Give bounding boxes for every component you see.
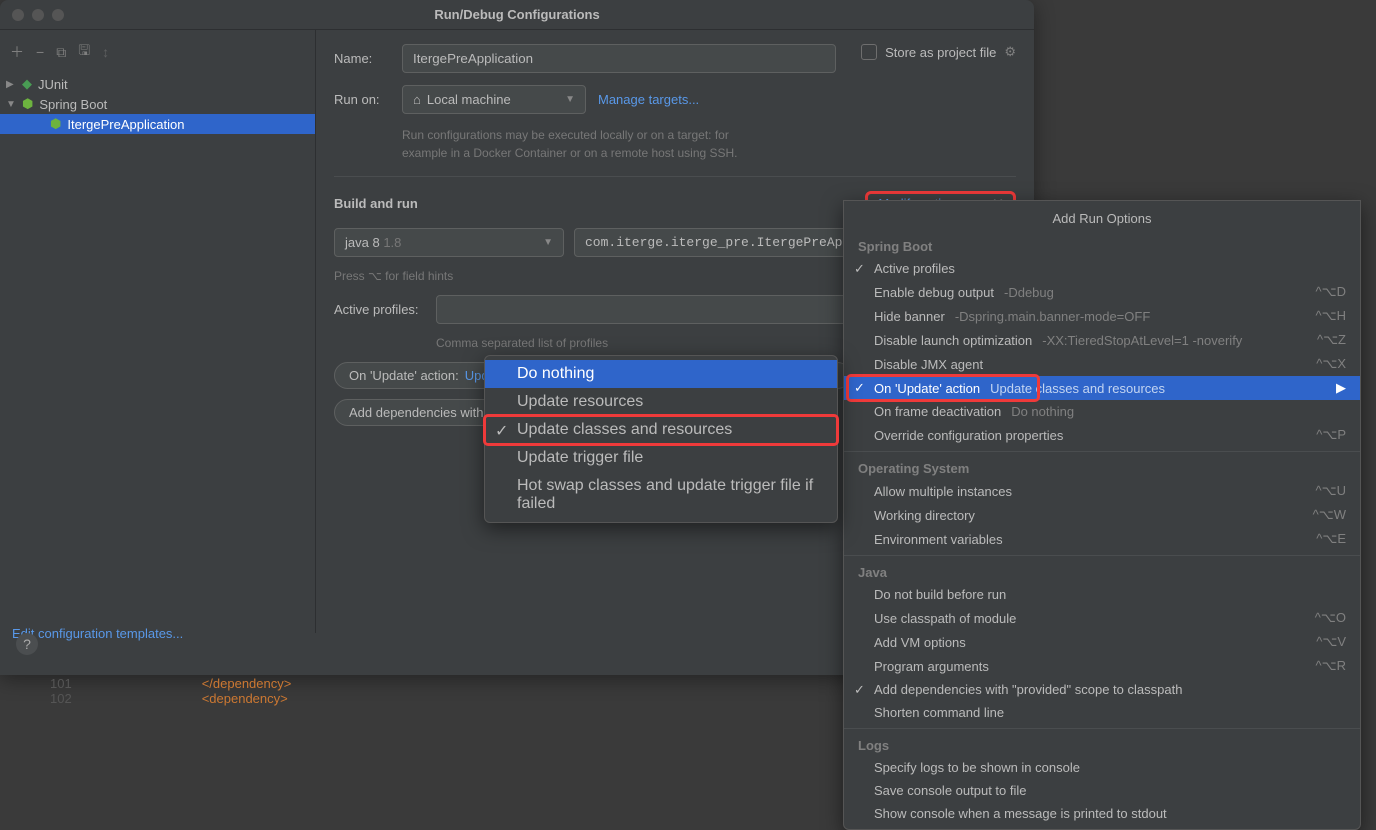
name-label: Name:: [334, 51, 390, 66]
copy-icon[interactable]: ⧉: [56, 44, 66, 61]
run-on-value: Local machine: [427, 92, 511, 107]
store-checkbox[interactable]: [861, 44, 877, 60]
jdk-select[interactable]: java 8 1.8 ▼: [334, 228, 564, 257]
remove-icon[interactable]: −: [36, 44, 44, 60]
chevron-down-icon: ▼: [6, 99, 18, 110]
chevron-right-icon: ▶: [1336, 380, 1346, 396]
maximize-icon[interactable]: [52, 9, 64, 21]
check-icon: ✓: [854, 682, 865, 698]
opt-add-deps[interactable]: ✓Add dependencies with "provided" scope …: [844, 678, 1360, 701]
cat-java: Java: [844, 560, 1360, 583]
window-controls: [0, 9, 64, 21]
submenu-hotswap[interactable]: Hot swap classes and update trigger file…: [485, 472, 837, 518]
opt-env-vars[interactable]: Environment variables^⌥E: [844, 527, 1360, 551]
tree-label: ItergePreApplication: [67, 117, 184, 132]
opt-use-classpath[interactable]: Use classpath of module^⌥O: [844, 606, 1360, 630]
home-icon: ⌂: [413, 92, 421, 107]
opt-work-dir[interactable]: Working directory^⌥W: [844, 503, 1360, 527]
store-label: Store as project file: [885, 45, 996, 60]
chevron-down-icon: ▼: [543, 237, 553, 248]
opt-save-console[interactable]: Save console output to file: [844, 779, 1360, 802]
minimize-icon[interactable]: [32, 9, 44, 21]
add-deps-chip[interactable]: Add dependencies with: [334, 399, 498, 426]
opt-disable-jmx[interactable]: Disable JMX agent^⌥X: [844, 352, 1360, 376]
add-icon[interactable]: ＋: [10, 42, 24, 62]
edit-templates-link[interactable]: Edit configuration templates...: [12, 626, 183, 641]
cat-spring-boot: Spring Boot: [844, 234, 1360, 257]
run-on-label: Run on:: [334, 92, 390, 107]
add-run-options-panel: Add Run Options Spring Boot ✓Active prof…: [843, 200, 1361, 830]
close-icon[interactable]: [12, 9, 24, 21]
opt-add-vm[interactable]: Add VM options^⌥V: [844, 630, 1360, 654]
cat-os: Operating System: [844, 456, 1360, 479]
manage-targets-link[interactable]: Manage targets...: [598, 92, 699, 107]
chevron-right-icon: ▶: [6, 79, 18, 90]
opt-on-frame[interactable]: On frame deactivationDo nothing: [844, 400, 1360, 423]
opt-prog-args[interactable]: Program arguments^⌥R: [844, 654, 1360, 678]
store-option: Store as project file ⚙: [861, 44, 1016, 60]
spring-icon: ⬢: [50, 116, 61, 132]
opt-show-console[interactable]: Show console when a message is printed t…: [844, 802, 1360, 825]
spring-icon: ⬢: [22, 96, 33, 112]
gear-icon[interactable]: ⚙: [1004, 44, 1016, 60]
name-input[interactable]: [402, 44, 836, 73]
editor-background: 101</dependency> 102<dependency>: [50, 676, 291, 706]
check-icon: ✓: [854, 380, 865, 396]
run-on-hint: Run configurations may be executed local…: [402, 126, 742, 162]
opt-on-update[interactable]: ✓On 'Update' actionUpdate classes and re…: [844, 376, 1360, 400]
junit-icon: ◆: [22, 76, 32, 92]
options-title: Add Run Options: [844, 201, 1360, 234]
tree-label: Spring Boot: [39, 97, 107, 112]
opt-override-props[interactable]: Override configuration properties^⌥P: [844, 423, 1360, 447]
submenu-do-nothing[interactable]: Do nothing: [485, 360, 837, 388]
opt-active-profiles[interactable]: ✓Active profiles: [844, 257, 1360, 280]
sidebar: ＋ − ⧉ 🖫 ↕ ▶ ◆ JUnit ▼ ⬢ Spring Boot: [0, 30, 316, 633]
update-action-submenu: Do nothing Update resources ✓ Update cla…: [484, 355, 838, 523]
build-run-title: Build and run: [334, 196, 418, 211]
submenu-update-resources[interactable]: Update resources: [485, 388, 837, 416]
opt-shorten[interactable]: Shorten command line: [844, 701, 1360, 724]
submenu-update-classes[interactable]: ✓ Update classes and resources: [485, 416, 837, 444]
submenu-update-trigger[interactable]: Update trigger file: [485, 444, 837, 472]
tree-app-item[interactable]: ⬢ ItergePreApplication: [0, 114, 315, 134]
check-icon: ✓: [495, 421, 508, 441]
check-icon: ✓: [854, 261, 865, 277]
tree-junit[interactable]: ▶ ◆ JUnit: [0, 74, 315, 94]
cat-logs: Logs: [844, 733, 1360, 756]
chevron-down-icon: ▼: [565, 94, 575, 105]
opt-hide-banner[interactable]: Hide banner-Dspring.main.banner-mode=OFF…: [844, 304, 1360, 328]
run-on-select[interactable]: ⌂ Local machine ▼: [402, 85, 586, 114]
opt-allow-multi[interactable]: Allow multiple instances^⌥U: [844, 479, 1360, 503]
opt-specify-logs[interactable]: Specify logs to be shown in console: [844, 756, 1360, 779]
sort-icon[interactable]: ↕: [102, 44, 109, 60]
profiles-label: Active profiles:: [334, 302, 424, 317]
save-icon[interactable]: 🖫: [78, 40, 90, 64]
opt-enable-debug[interactable]: Enable debug output-Ddebug^⌥D: [844, 280, 1360, 304]
dialog-title: Run/Debug Configurations: [434, 7, 599, 22]
opt-disable-launch[interactable]: Disable launch optimization-XX:TieredSto…: [844, 328, 1360, 352]
titlebar: Run/Debug Configurations: [0, 0, 1034, 30]
config-tree: ▶ ◆ JUnit ▼ ⬢ Spring Boot ⬢ ItergePreApp…: [0, 70, 315, 138]
tree-spring-boot[interactable]: ▼ ⬢ Spring Boot: [0, 94, 315, 114]
sidebar-toolbar: ＋ − ⧉ 🖫 ↕: [0, 34, 315, 70]
opt-no-build[interactable]: Do not build before run: [844, 583, 1360, 606]
help-button[interactable]: ?: [16, 633, 38, 655]
tree-label: JUnit: [38, 77, 68, 92]
